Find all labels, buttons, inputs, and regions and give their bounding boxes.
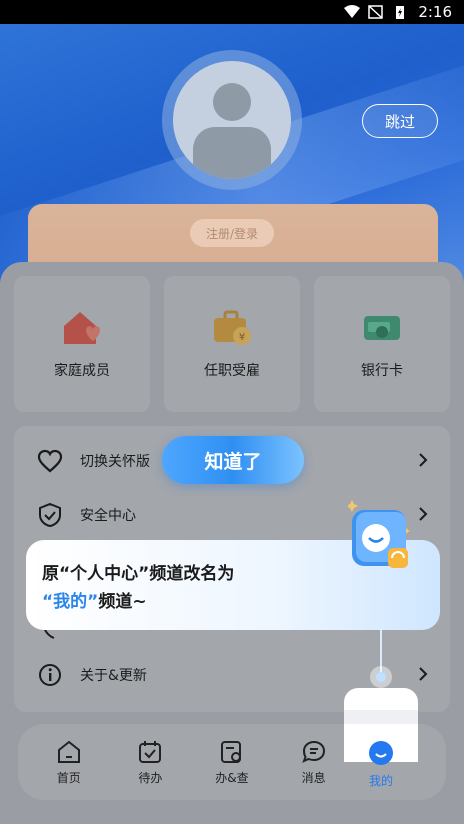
status-time: 2:16	[418, 3, 452, 21]
status-bar: 2:16	[0, 0, 464, 24]
home-icon	[57, 740, 80, 763]
avatar-body-shape	[193, 127, 271, 179]
document-search-icon	[220, 740, 241, 763]
tip-anchor-dot	[376, 672, 386, 682]
tab-label: 首页	[56, 770, 81, 785]
tab-label: 办&查	[215, 770, 249, 785]
login-register-button[interactable]: 注册/登录	[190, 219, 274, 247]
tile-bank-card[interactable]: 银行卡	[314, 276, 450, 412]
tile-family-members[interactable]: 家庭成员	[14, 276, 150, 412]
avatar-ring[interactable]	[162, 50, 302, 190]
got-it-button[interactable]: 知道了	[162, 436, 304, 484]
guide-highlight-text: “我的”	[42, 592, 99, 612]
list-item-label: 切换关怀版	[80, 454, 150, 470]
battery-charging-icon	[396, 6, 405, 19]
tile-employment[interactable]: ¥ 任职受雇	[164, 276, 300, 412]
heart-icon	[36, 447, 64, 475]
guide-text-rest: 频道~	[98, 592, 147, 612]
shield-check-icon	[36, 501, 64, 529]
tab-messages[interactable]: 消息	[279, 739, 349, 786]
briefcase-icon: ¥	[214, 310, 251, 345]
tab-label: 消息	[301, 770, 326, 785]
calendar-check-icon	[139, 740, 162, 763]
tab-todo[interactable]: 待办	[115, 739, 185, 786]
skip-button[interactable]: 跳过	[362, 104, 438, 138]
mascot-icon	[348, 500, 410, 568]
info-icon	[36, 661, 64, 689]
chevron-right-icon	[419, 507, 428, 521]
tile-label: 任职受雇	[204, 363, 260, 379]
smile-icon	[369, 741, 393, 765]
avatar-head-shape	[213, 83, 251, 121]
signal-off-icon	[368, 5, 384, 19]
bank-card-icon	[364, 316, 400, 340]
status-icons	[344, 5, 408, 19]
quick-tiles: 家庭成员 ¥ 任职受雇 银行卡	[14, 276, 450, 412]
family-home-icon	[64, 312, 100, 344]
tab-services[interactable]: 办&查	[197, 739, 267, 786]
message-icon	[301, 740, 325, 763]
tile-label: 家庭成员	[54, 363, 110, 379]
chevron-right-icon	[419, 453, 428, 467]
tab-mine-highlight-band	[344, 710, 418, 724]
tile-label: 银行卡	[361, 363, 403, 379]
avatar	[173, 61, 291, 179]
tab-home[interactable]: 首页	[34, 739, 104, 786]
chevron-right-icon	[419, 667, 428, 681]
wifi-icon	[344, 5, 361, 18]
tab-mine-label[interactable]: 我的	[369, 772, 393, 789]
tab-label: 待办	[138, 770, 163, 785]
svg-text:¥: ¥	[239, 332, 245, 343]
list-item-label: 安全中心	[80, 508, 136, 524]
guide-text-line2: “我的”频道~	[42, 588, 424, 616]
list-item-label: 关于&更新	[80, 668, 147, 684]
